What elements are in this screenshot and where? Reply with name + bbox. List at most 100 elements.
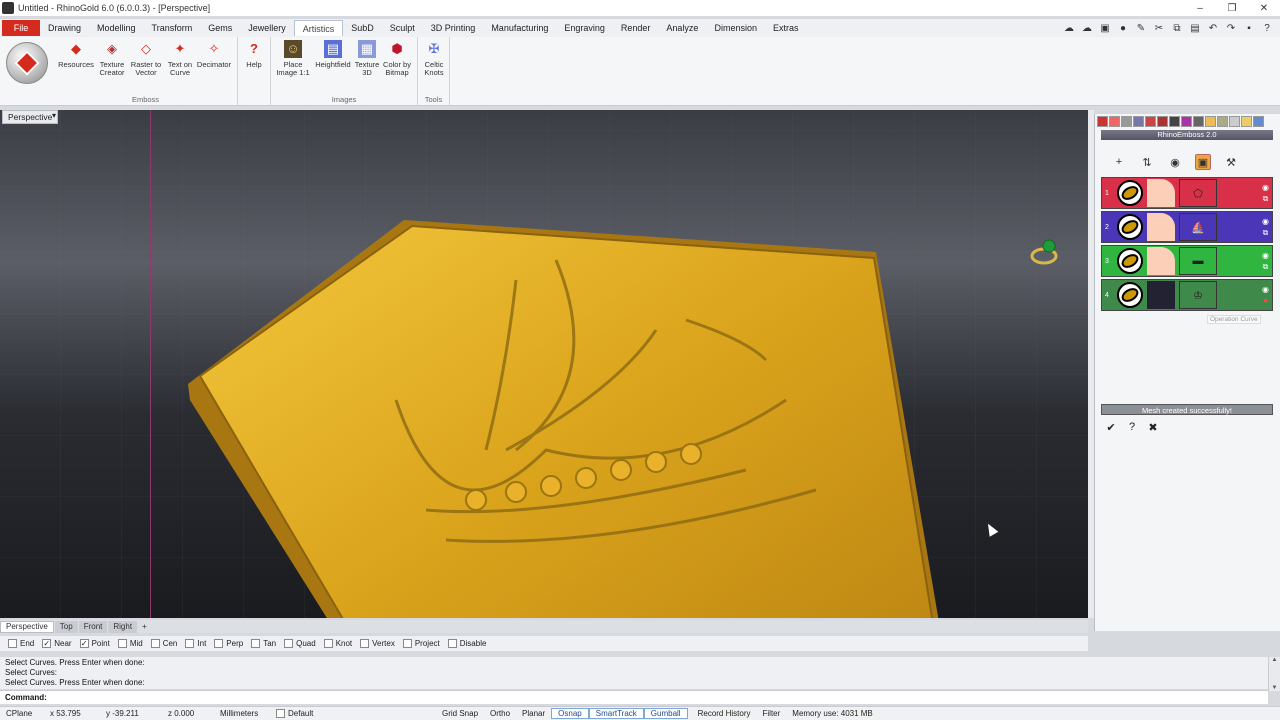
osnap-disable[interactable]: Disable: [447, 639, 486, 648]
celtic-knots-button[interactable]: ✠ Celtic Knots: [416, 40, 452, 88]
osnap-mid[interactable]: Mid: [117, 639, 143, 648]
viewport-menu-icon[interactable]: ▾: [52, 111, 56, 120]
layer-curve-thumb[interactable]: ♔: [1179, 281, 1217, 309]
osnap-quad-checkbox[interactable]: [284, 639, 294, 648]
maximize-button[interactable]: ❐: [1216, 3, 1248, 14]
scroll-up-icon[interactable]: ▲: [1272, 657, 1278, 663]
tab-perspective[interactable]: Perspective: [0, 620, 54, 633]
cloud-sync-icon[interactable]: ☁: [1062, 22, 1076, 34]
menu-artistics[interactable]: Artistics: [293, 20, 344, 36]
cloud-icon[interactable]: ☁: [1080, 22, 1094, 34]
undo-icon[interactable]: ↶: [1206, 22, 1220, 34]
osnap-project[interactable]: Project: [402, 639, 440, 648]
osnap-disable-checkbox[interactable]: [447, 639, 457, 648]
minimize-button[interactable]: –: [1184, 3, 1216, 14]
layer-row-3[interactable]: 3 ▬ ◉ ⧉: [1101, 245, 1273, 277]
smarttrack-toggle[interactable]: SmartTrack: [588, 708, 644, 719]
paste-icon[interactable]: ▤: [1188, 22, 1202, 34]
osnap-quad[interactable]: Quad: [284, 639, 316, 648]
layer-row-2[interactable]: 2 ⛵ ◉ ⧉: [1101, 211, 1273, 243]
viewport-title[interactable]: Perspective: [2, 110, 59, 124]
add-icon[interactable]: +: [1111, 154, 1127, 170]
units-label[interactable]: Millimeters: [214, 709, 270, 718]
cut-icon[interactable]: ✂: [1152, 22, 1166, 34]
help-icon[interactable]: ?: [1126, 421, 1138, 433]
menu-manufacturing[interactable]: Manufacturing: [483, 20, 556, 36]
menu-analyze[interactable]: Analyze: [658, 20, 706, 36]
eye-icon[interactable]: ◉: [1167, 154, 1183, 170]
panel-tab-icon[interactable]: [1097, 116, 1108, 127]
panel-tab-icon[interactable]: [1133, 116, 1144, 127]
osnap-perp-checkbox[interactable]: [214, 639, 224, 648]
ortho-toggle[interactable]: Ortho: [484, 709, 516, 718]
osnap-perp[interactable]: Perp: [214, 639, 243, 648]
menu-jewellery[interactable]: Jewellery: [240, 20, 294, 36]
osnap-tan-checkbox[interactable]: [251, 639, 261, 648]
close-button[interactable]: ✕: [1248, 3, 1280, 14]
layer-profile-thumb[interactable]: [1147, 179, 1175, 207]
rhinogold-logo[interactable]: [6, 42, 48, 84]
osnap-point[interactable]: ✓ Point: [79, 639, 110, 648]
layer-texture-thumb[interactable]: [1147, 281, 1175, 309]
panel-tab-icon[interactable]: [1253, 116, 1264, 127]
planar-toggle[interactable]: Planar: [516, 709, 551, 718]
help-button[interactable]: ? Help: [236, 40, 272, 88]
record-history-toggle[interactable]: Record History: [692, 709, 757, 718]
menu-transform[interactable]: Transform: [144, 20, 201, 36]
emboss-icon[interactable]: ▣: [1195, 154, 1211, 170]
tab-right[interactable]: Right: [108, 620, 138, 633]
menu-gems[interactable]: Gems: [200, 20, 240, 36]
filter-toggle[interactable]: Filter: [757, 709, 787, 718]
panel-tab-icon[interactable]: [1229, 116, 1240, 127]
osnap-toggle[interactable]: Osnap: [551, 708, 589, 719]
eye-icon[interactable]: ◉: [1262, 183, 1269, 192]
layer-indicator[interactable]: Default: [270, 709, 380, 718]
copy-icon[interactable]: ⧉: [1263, 228, 1269, 238]
osnap-project-checkbox[interactable]: [402, 639, 412, 648]
panel-tab-icon[interactable]: [1241, 116, 1252, 127]
command-line[interactable]: Command:: [0, 690, 1268, 704]
heightfield-button[interactable]: ▤ Heightfield: [315, 40, 351, 88]
cplane-label[interactable]: CPlane: [0, 709, 44, 718]
layer-row-1[interactable]: 1 ⬠ ◉ ⧉: [1101, 177, 1273, 209]
panel-tab-icon[interactable]: [1121, 116, 1132, 127]
tab-top[interactable]: Top: [54, 620, 78, 633]
layer-curve-thumb[interactable]: ⛵: [1179, 213, 1217, 241]
osnap-end[interactable]: End: [8, 639, 34, 648]
osnap-int-checkbox[interactable]: [185, 639, 195, 648]
history-scrollbar[interactable]: ▲ ▼: [1268, 657, 1280, 691]
eye-icon[interactable]: ◉: [1262, 217, 1269, 226]
menu-3d-printing[interactable]: 3D Printing: [423, 20, 484, 36]
osnap-knot[interactable]: Knot: [323, 639, 352, 648]
osnap-cen-checkbox[interactable]: [150, 639, 160, 648]
texture-creator-button[interactable]: ◈ Texture Creator: [94, 40, 130, 88]
panel-tab-icon[interactable]: [1169, 116, 1180, 127]
osnap-cen[interactable]: Cen: [150, 639, 177, 648]
osnap-near[interactable]: ✓ Near: [42, 639, 72, 648]
swap-icon[interactable]: ⇅: [1139, 154, 1155, 170]
tools-icon[interactable]: ✎: [1134, 22, 1148, 34]
perspective-viewport[interactable]: Perspective ▾: [0, 110, 1088, 618]
microphone-icon[interactable]: ●: [1116, 22, 1130, 34]
osnap-mid-checkbox[interactable]: [117, 639, 127, 648]
menu-render[interactable]: Render: [613, 20, 659, 36]
osnap-knot-checkbox[interactable]: [323, 639, 333, 648]
embossed-plate-model[interactable]: [186, 220, 946, 618]
color-by-bitmap-button[interactable]: ⬢ Color by Bitmap: [379, 40, 415, 88]
redo-icon[interactable]: ↷: [1224, 22, 1238, 34]
layer-curve-thumb[interactable]: ⬠: [1179, 179, 1217, 207]
menu-engraving[interactable]: Engraving: [556, 20, 613, 36]
eye-icon[interactable]: ◉: [1262, 285, 1269, 294]
add-viewport-icon[interactable]: +: [137, 621, 152, 633]
text-on-curve-button[interactable]: ✦ Text on Curve: [162, 40, 198, 88]
help-icon[interactable]: ?: [1260, 22, 1274, 34]
menu-drawing[interactable]: Drawing: [40, 20, 89, 36]
close-icon[interactable]: ✖: [1147, 421, 1159, 434]
menu-modelling[interactable]: Modelling: [89, 20, 144, 36]
scroll-down-icon[interactable]: ▼: [1272, 685, 1278, 691]
layer-row-4[interactable]: 4 ♔ ◉ ●: [1101, 279, 1273, 311]
decimator-button[interactable]: ✧ Decimator: [196, 40, 232, 88]
place-image-button[interactable]: ☺ Place Image 1:1: [275, 40, 311, 88]
panel-tab-icon[interactable]: [1109, 116, 1120, 127]
grid-snap-toggle[interactable]: Grid Snap: [436, 709, 484, 718]
